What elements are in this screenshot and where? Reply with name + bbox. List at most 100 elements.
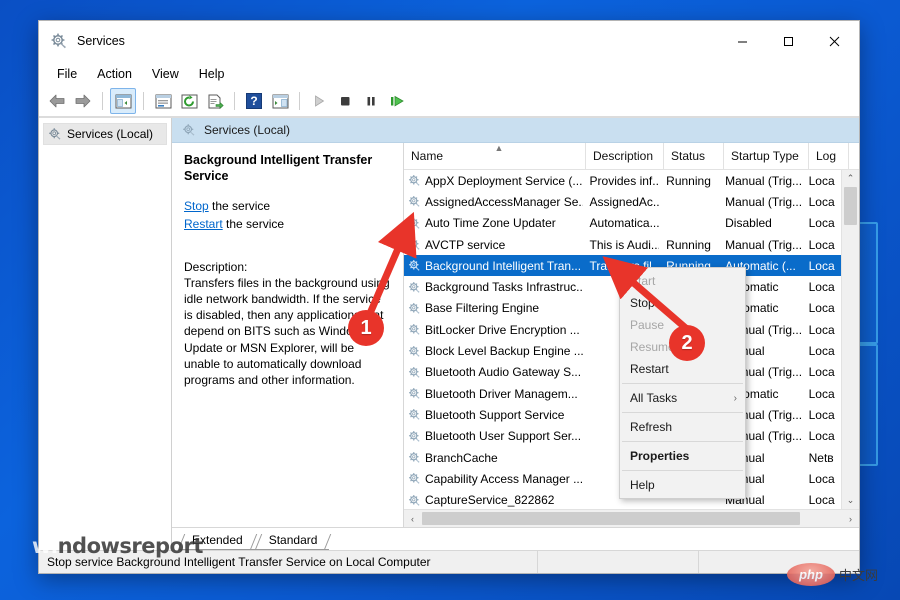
maximize-button[interactable] [765,26,811,56]
pause-service-icon[interactable] [359,89,383,113]
table-row[interactable]: AVCTP service This is Audi...RunningManua… [404,234,841,255]
export-list-icon[interactable] [203,89,227,113]
scroll-left-arrow-icon[interactable]: ‹ [404,514,421,524]
cell-name-label: Block Level Backup Engine ... [425,344,583,358]
toolbar-separator [234,92,235,110]
show-hide-action-pane-icon[interactable] [268,89,292,113]
context-menu-item-start: Start [620,270,745,292]
toolbar-separator [143,92,144,110]
cell-logon-as: Locа [802,344,841,358]
back-arrow-icon[interactable] [45,89,69,113]
content-pane: Services (Local) Background Intelligent … [172,118,859,550]
table-row[interactable]: Auto Time Zone UpdaterAutomatica...Disab… [404,213,841,234]
cell-logon-as: Locа [802,408,841,422]
stop-service-icon[interactable] [333,89,357,113]
cell-name-label: CaptureService_822862 [425,493,554,507]
forward-arrow-icon[interactable] [71,89,95,113]
tab-standard[interactable]: Standard [255,531,330,550]
context-menu-item-label: All Tasks [630,391,677,405]
column-header-status[interactable]: Status [664,143,724,169]
properties-icon[interactable] [151,89,175,113]
horizontal-scroll-thumb[interactable] [422,512,800,525]
cell-startup-type: Manual (Trig... [718,238,801,252]
table-row[interactable]: AssignedAccessManager Se...AssignedAc...… [404,191,841,212]
cell-name-label: Background Tasks Infrastruc... [425,280,583,294]
column-header-logon-as[interactable]: Log [809,143,849,169]
menu-help[interactable]: Help [189,64,235,84]
service-gear-icon [408,174,421,187]
cell-logon-as: Locа [802,493,841,507]
minimize-button[interactable] [719,26,765,56]
service-gear-icon [408,323,421,336]
cell-logon-as: Locа [802,259,841,273]
refresh-icon[interactable] [177,89,201,113]
cell-name-label: Bluetooth Audio Gateway S... [425,365,581,379]
column-header-description-label: Description [593,149,653,163]
restart-service-link-suffix: the service [223,217,284,231]
service-gear-icon [408,217,421,230]
table-row[interactable]: AppX Deployment Service (...Provides inf… [404,170,841,191]
context-menu-item-label: Restart [630,362,669,376]
context-menu-item-refresh[interactable]: Refresh [620,416,745,438]
column-header-startup-type-label: Startup Type [731,149,799,163]
context-menu-item-properties[interactable]: Properties [620,445,745,467]
cell-name: Block Level Backup Engine ... [404,344,583,358]
context-menu-item-stop[interactable]: Stop [620,292,745,314]
cell-name-label: BranchCache [425,451,498,465]
restart-service-link-row: Restart the service [184,216,392,232]
scroll-down-arrow-icon[interactable]: ⌄ [842,492,859,509]
cell-logon-as: Locа [802,472,841,486]
context-menu-item-label: Help [630,478,655,492]
toolbar-separator [102,92,103,110]
cell-name: Background Tasks Infrastruc... [404,280,583,294]
context-menu-separator [622,470,743,471]
vertical-scrollbar[interactable]: ⌃ ⌄ [841,170,859,509]
column-header-startup-type[interactable]: Startup Type [724,143,809,169]
cell-status: Running [659,238,718,252]
context-menu-separator [622,383,743,384]
scroll-up-arrow-icon[interactable]: ⌃ [842,170,859,187]
cell-startup-type: Disabled [718,216,801,230]
watermark-light: wi [32,534,58,558]
horizontal-scrollbar[interactable]: ‹ › [404,509,859,527]
show-hide-tree-icon[interactable] [110,88,136,114]
restart-service-link[interactable]: Restart [184,217,223,231]
window-titlebar[interactable]: Services [39,21,859,61]
cell-name-label: Bluetooth Driver Managem... [425,387,578,401]
services-gear-icon [48,127,62,141]
column-header-logon-as-label: Log [816,149,836,163]
column-header-description[interactable]: Description [586,143,664,169]
menu-action[interactable]: Action [87,64,142,84]
service-gear-icon [408,238,421,251]
column-header-status-label: Status [671,149,705,163]
scroll-right-arrow-icon[interactable]: › [842,514,859,524]
context-menu-separator [622,441,743,442]
cell-status: Running [659,174,718,188]
vertical-scroll-thumb[interactable] [844,187,857,225]
cell-description: This is Audi... [583,238,660,252]
description-label: Description: [184,259,392,275]
menu-file[interactable]: File [47,64,87,84]
php-badge: php [787,563,835,586]
cell-description: AssignedAc... [583,195,660,209]
context-menu-item-all-tasks[interactable]: All Tasks› [620,387,745,409]
restart-service-icon[interactable] [385,89,409,113]
start-service-icon[interactable] [307,89,331,113]
cell-name: BitLocker Drive Encryption ... [404,323,583,337]
cell-name-label: AVCTP service [425,238,505,252]
menu-view[interactable]: View [142,64,189,84]
stop-service-link[interactable]: Stop [184,199,209,213]
cell-name: AssignedAccessManager Se... [404,195,583,209]
cell-name-label: Bluetooth User Support Ser... [425,429,581,443]
context-menu-item-restart[interactable]: Restart [620,358,745,380]
context-menu-item-help[interactable]: Help [620,474,745,496]
cell-logon-as: Locа [802,174,841,188]
cell-logon-as: Locа [802,365,841,379]
close-button[interactable] [811,26,857,56]
context-menu-item-label: Properties [630,449,689,463]
cell-name: AppX Deployment Service (... [404,174,583,188]
help-icon[interactable]: ? [242,89,266,113]
tree-node-services-local[interactable]: Services (Local) [43,123,167,145]
status-bar-segment-1 [537,551,698,573]
column-header-name[interactable]: ▲ Name [404,143,586,169]
